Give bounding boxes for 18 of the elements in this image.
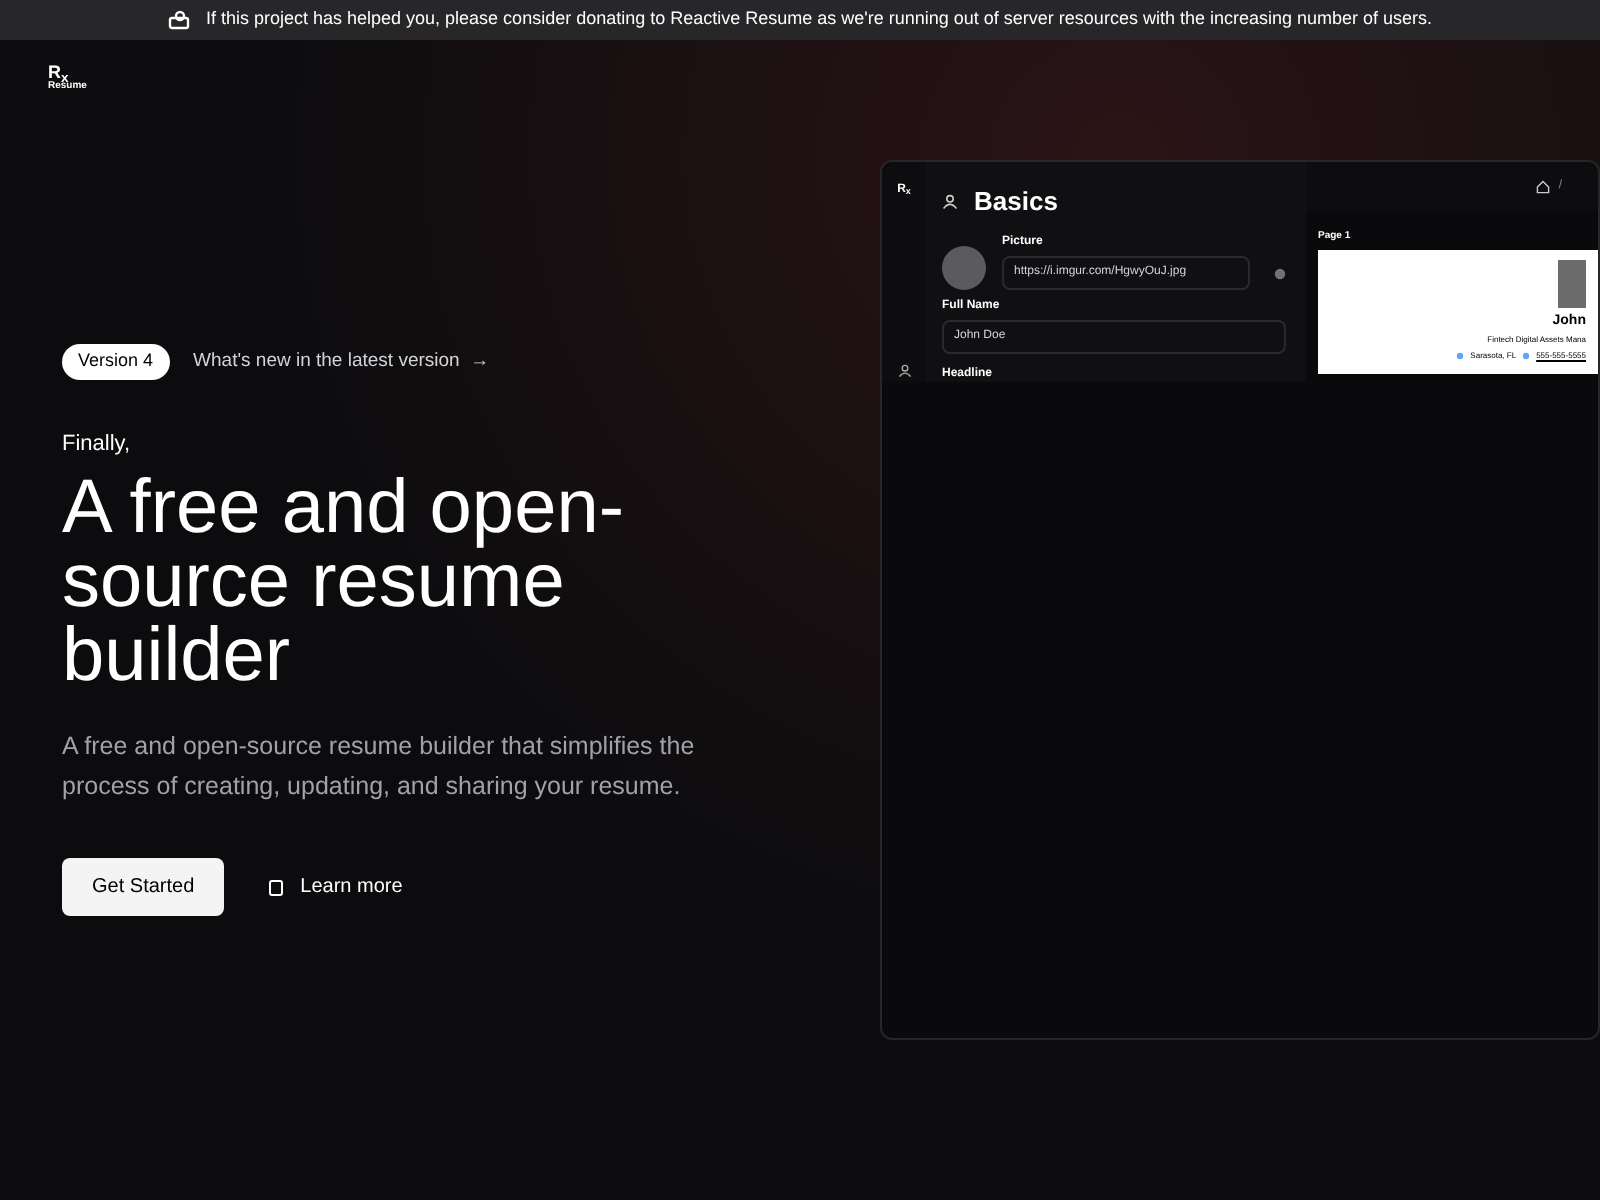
user-icon	[942, 193, 958, 210]
logo-mark[interactable]: R$_{x}$	[48, 64, 87, 82]
hero-title: A free and open-source resume builder	[62, 472, 626, 694]
resume-photo-placeholder	[1558, 259, 1586, 307]
user-icon[interactable]	[897, 364, 911, 378]
donation-banner-text: If this project has helped you, please consider donating to Reactive Resume as we're running out of server resources with the increasing number of users.	[205, 6, 1433, 33]
whats-new-link[interactable]: What's new in the latest version →	[193, 347, 490, 376]
settings-icon[interactable]	[1274, 267, 1286, 279]
get-started-button[interactable]: Get Started	[62, 858, 225, 916]
book-icon	[268, 879, 285, 895]
home-icon[interactable]	[1536, 179, 1551, 193]
kicker-text: Finally,	[62, 429, 133, 459]
version-badge[interactable]: Version 4	[62, 344, 170, 379]
learn-more-button[interactable]: Learn more	[264, 858, 407, 916]
hero-description: A free and open-source resume builder that simplifies the process of creating, updating, and sharing your resume.	[62, 730, 697, 804]
avatar-placeholder[interactable]	[942, 245, 986, 289]
donate-icon	[167, 10, 190, 30]
section-title: Basics	[974, 184, 1058, 220]
